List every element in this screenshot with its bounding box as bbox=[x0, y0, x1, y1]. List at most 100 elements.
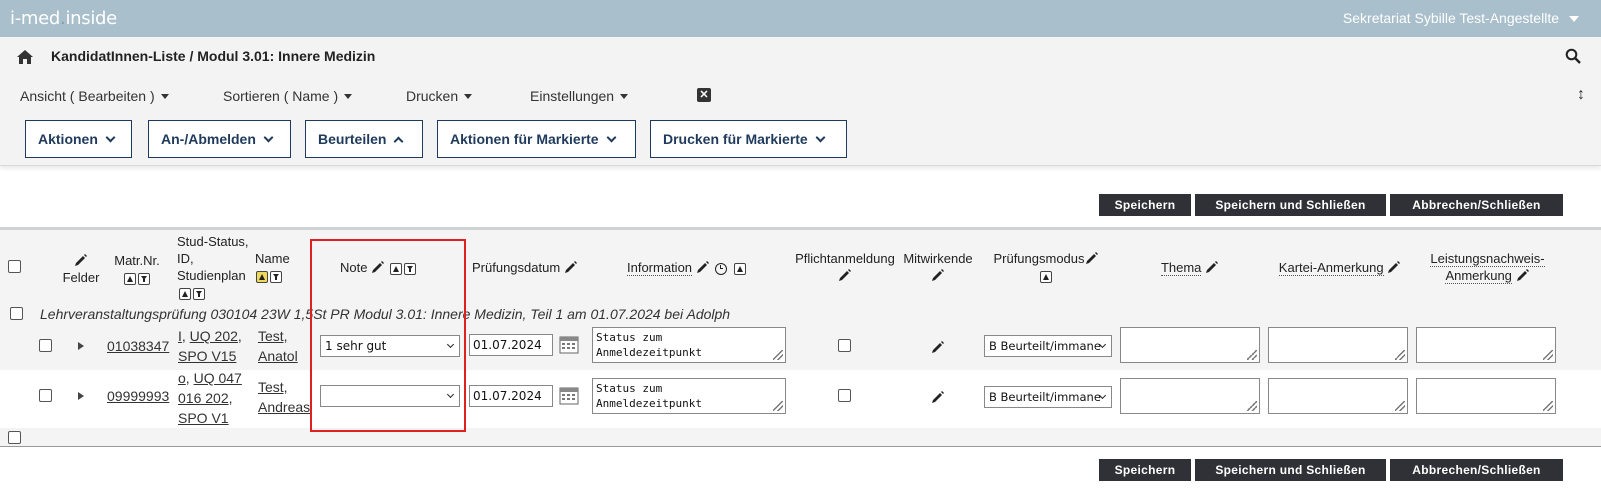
row-1-status: I, UQ 202, SPO V15 bbox=[178, 326, 260, 366]
user-menu[interactable]: Sekretariat Sybille Test-Angestellte bbox=[1343, 10, 1559, 26]
sort-asc-icon[interactable] bbox=[1040, 270, 1052, 283]
row-1-name-first[interactable]: Anatol bbox=[258, 348, 298, 364]
row-1-matrnr[interactable]: 01038347 bbox=[107, 336, 169, 356]
chevron-down-icon bbox=[263, 132, 274, 143]
row-2-plan[interactable]: SPO V1 bbox=[178, 410, 229, 426]
search-icon[interactable] bbox=[1565, 48, 1581, 64]
row-1-checkbox[interactable] bbox=[39, 339, 52, 352]
speichern-button-top[interactable]: Speichern bbox=[1099, 194, 1191, 216]
app-logo[interactable]: i-med.inside bbox=[10, 8, 117, 29]
expand-row-2-icon[interactable] bbox=[78, 392, 84, 400]
row-2-matrnr[interactable]: 09999993 bbox=[107, 386, 169, 406]
aktionen-button[interactable]: Aktionen bbox=[25, 120, 132, 158]
sort-asc-active-icon[interactable] bbox=[256, 270, 268, 283]
row-1-date-input[interactable]: 01.07.2024 bbox=[469, 334, 553, 356]
filter-icon[interactable] bbox=[193, 287, 205, 300]
row-1-mitwirkende-pencil-icon[interactable] bbox=[931, 340, 945, 354]
row-2-name-first[interactable]: Andreas bbox=[258, 399, 310, 415]
aktionen-markierte-button[interactable]: Aktionen für Markierte bbox=[437, 120, 636, 158]
abbrechen-button-top[interactable]: Abbrechen/Schließen bbox=[1390, 194, 1563, 216]
pencil-icon[interactable] bbox=[1516, 268, 1530, 282]
row-2-mitwirkende-pencil-icon[interactable] bbox=[931, 390, 945, 404]
row-2-information-textarea[interactable]: Status zum Anmeldezeitpunkt bbox=[592, 378, 786, 414]
abbrechen-button-bottom[interactable]: Abbrechen/Schließen bbox=[1390, 459, 1563, 481]
beurteilen-button[interactable]: Beurteilen bbox=[305, 120, 423, 158]
row-2-modus-select[interactable]: B Beurteilt/immane bbox=[984, 386, 1112, 408]
resize-grip-icon[interactable] bbox=[773, 350, 783, 360]
footer-checkbox[interactable] bbox=[8, 431, 21, 444]
an-abmelden-button[interactable]: An-/Abmelden bbox=[148, 120, 291, 158]
an-abmelden-label: An-/Abmelden bbox=[161, 131, 256, 147]
row-2-thema-textarea[interactable] bbox=[1120, 378, 1260, 414]
column-information-label: Information bbox=[627, 260, 693, 276]
row-2-checkbox[interactable] bbox=[39, 389, 52, 402]
group-checkbox[interactable] bbox=[10, 307, 23, 320]
resize-grip-icon[interactable] bbox=[773, 401, 783, 411]
pencil-icon[interactable] bbox=[1205, 260, 1219, 274]
row-1-name[interactable]: Test, Anatol bbox=[258, 326, 298, 366]
pencil-icon[interactable] bbox=[696, 260, 710, 274]
close-box-icon[interactable]: ✕ bbox=[697, 88, 711, 102]
row-2-status-letter[interactable]: o bbox=[178, 370, 186, 386]
user-menu-caret-icon[interactable] bbox=[1569, 16, 1579, 22]
sort-asc-icon[interactable] bbox=[733, 262, 746, 275]
row-1-modus-select[interactable]: B Beurteilt/immane bbox=[984, 335, 1112, 357]
calendar-icon[interactable] bbox=[559, 336, 579, 354]
pencil-icon[interactable] bbox=[838, 268, 852, 282]
resize-grip-icon[interactable] bbox=[1395, 350, 1405, 360]
menu-einstellungen-label: Einstellungen bbox=[530, 88, 615, 104]
row-1-name-last[interactable]: Test, bbox=[258, 328, 288, 344]
speichern-schliessen-button-top[interactable]: Speichern und Schließen bbox=[1195, 194, 1386, 216]
row-1-pflicht-checkbox[interactable] bbox=[838, 339, 851, 352]
row-1-kartei-textarea[interactable] bbox=[1268, 327, 1408, 363]
speichern-button-bottom[interactable]: Speichern bbox=[1099, 459, 1191, 481]
sort-asc-icon[interactable] bbox=[124, 272, 136, 285]
row-2-kartei-textarea[interactable] bbox=[1268, 378, 1408, 414]
pencil-icon[interactable] bbox=[1085, 251, 1099, 265]
menu-ansicht[interactable]: Ansicht ( Bearbeiten ) bbox=[20, 88, 169, 104]
menu-einstellungen[interactable]: Einstellungen bbox=[530, 88, 629, 104]
aktionen-label: Aktionen bbox=[38, 131, 98, 147]
row-2-pflicht-checkbox[interactable] bbox=[838, 389, 851, 402]
row-2-id-cont[interactable]: 016 202 bbox=[178, 390, 229, 406]
resize-grip-icon[interactable] bbox=[1395, 401, 1405, 411]
row-2-name[interactable]: Test, Andreas bbox=[258, 377, 310, 417]
row-1-information-textarea[interactable]: Status zum Anmeldezeitpunkt bbox=[592, 327, 786, 363]
pencil-icon[interactable] bbox=[1387, 260, 1401, 274]
pencil-icon[interactable] bbox=[931, 268, 945, 282]
column-pruefungsmodus-label: Prüfungsmodus bbox=[993, 251, 1085, 266]
resize-grip-icon[interactable] bbox=[1247, 401, 1257, 411]
pencil-icon[interactable] bbox=[74, 253, 88, 267]
pencil-icon[interactable] bbox=[564, 260, 578, 274]
caret-down-icon bbox=[344, 94, 353, 99]
drucken-markierte-button[interactable]: Drucken für Markierte bbox=[650, 120, 847, 158]
row-2-id[interactable]: UQ 047 bbox=[194, 370, 242, 386]
row-1-plan[interactable]: SPO V15 bbox=[178, 348, 236, 364]
home-icon[interactable] bbox=[16, 49, 34, 65]
speichern-schliessen-button-bottom[interactable]: Speichern und Schließen bbox=[1195, 459, 1386, 481]
column-stud-status-label-3: Studienplan bbox=[177, 268, 246, 283]
resize-grip-icon[interactable] bbox=[1543, 401, 1553, 411]
clock-icon[interactable] bbox=[715, 262, 728, 275]
resize-grip-icon[interactable] bbox=[1543, 350, 1553, 360]
filter-icon[interactable] bbox=[138, 272, 150, 285]
expand-row-1-icon[interactable] bbox=[78, 342, 84, 350]
row-2-leistung-textarea[interactable] bbox=[1416, 378, 1556, 414]
select-all-checkbox[interactable] bbox=[8, 260, 21, 273]
resize-grip-icon[interactable] bbox=[1247, 350, 1257, 360]
calendar-icon[interactable] bbox=[559, 387, 579, 405]
page-title: KandidatInnen-Liste / Modul 3.01: Innere… bbox=[51, 48, 376, 64]
expand-vertical-icon[interactable]: ↕ bbox=[1577, 86, 1585, 104]
row-2-name-last[interactable]: Test, bbox=[258, 379, 288, 395]
menu-drucken[interactable]: Drucken bbox=[406, 88, 473, 104]
filter-icon[interactable] bbox=[270, 270, 282, 283]
chevron-down-icon bbox=[606, 132, 617, 143]
row-1-leistung-textarea[interactable] bbox=[1416, 327, 1556, 363]
chevron-down-icon bbox=[815, 132, 826, 143]
row-1-thema-textarea[interactable] bbox=[1120, 327, 1260, 363]
sort-asc-icon[interactable] bbox=[179, 287, 191, 300]
menu-sortieren[interactable]: Sortieren ( Name ) bbox=[223, 88, 353, 104]
column-thema: Thema bbox=[1130, 259, 1250, 276]
row-1-id[interactable]: UQ 202 bbox=[190, 328, 238, 344]
row-2-date-input[interactable]: 01.07.2024 bbox=[469, 385, 553, 407]
